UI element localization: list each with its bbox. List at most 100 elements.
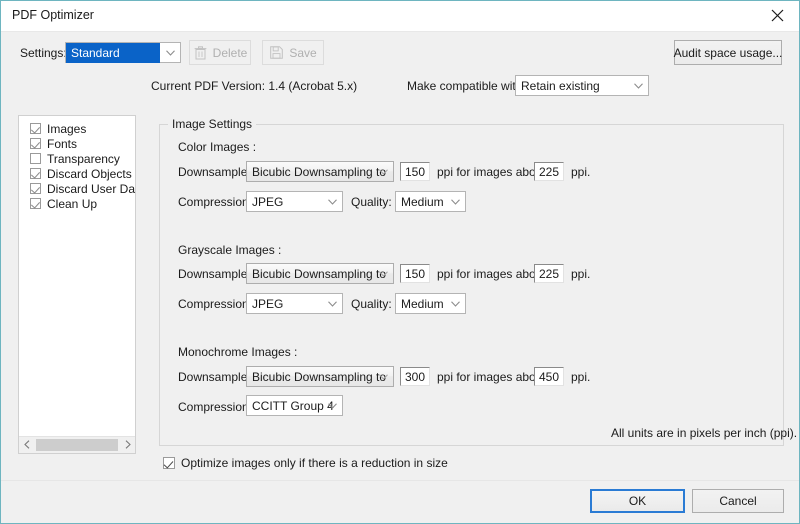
units-note: All units are in pixels per inch (ppi).: [611, 426, 798, 440]
audit-space-usage-label: Audit space usage...: [673, 45, 783, 60]
color-threshold-ppi-input[interactable]: 225: [534, 162, 564, 181]
color-downsample-label: Downsample:: [178, 165, 251, 179]
pdf-optimizer-dialog: PDF Optimizer Settings: Standard Delete: [0, 0, 800, 524]
checkbox-transparency[interactable]: [30, 153, 41, 164]
checkbox-discard-user-data[interactable]: [30, 183, 41, 194]
ok-button-label: OK: [628, 494, 647, 508]
grayscale-quality-combo[interactable]: Medium: [395, 293, 466, 314]
color-quality-label: Quality:: [351, 195, 392, 209]
ok-button[interactable]: OK: [590, 489, 685, 513]
grayscale-quality-label: Quality:: [351, 297, 392, 311]
checkbox-images[interactable]: [30, 123, 41, 134]
settings-label: Settings:: [20, 46, 67, 60]
chevron-down-icon: [328, 301, 337, 307]
chevron-down-icon: [328, 403, 337, 409]
make-compatible-label: Make compatible with:: [407, 79, 526, 93]
color-compression-value: JPEG: [252, 195, 284, 209]
settings-combo[interactable]: Standard: [65, 42, 181, 63]
checkbox-clean-up[interactable]: [30, 198, 41, 209]
settings-combo-value: Standard: [66, 43, 160, 63]
monochrome-downsample-combo[interactable]: Bicubic Downsampling to: [246, 366, 394, 387]
sidebar-item-images[interactable]: Images: [19, 121, 135, 136]
grayscale-downsample-combo[interactable]: Bicubic Downsampling to: [246, 263, 394, 284]
monochrome-images-heading: Monochrome Images :: [178, 345, 298, 359]
color-ppi-label: ppi.: [571, 165, 591, 179]
audit-space-usage-button[interactable]: Audit space usage...: [674, 40, 782, 65]
grayscale-compression-value: JPEG: [252, 297, 284, 311]
chevron-down-icon: [451, 199, 460, 205]
chevron-down-icon: [166, 50, 175, 56]
color-downsample-combo[interactable]: Bicubic Downsampling to: [246, 161, 394, 182]
sidebar-item-discard-objects[interactable]: Discard Objects: [19, 166, 135, 181]
color-compression-label: Compression:: [178, 195, 253, 209]
monochrome-compression-value: CCITT Group 4: [252, 399, 334, 413]
chevron-right-icon[interactable]: [120, 437, 135, 452]
trash-icon: [193, 45, 208, 60]
sidebar-item-label: Images: [47, 121, 87, 136]
color-downsample-ppi-input[interactable]: 150: [400, 162, 430, 181]
grayscale-quality-value: Medium: [401, 297, 444, 311]
sidebar-item-label: Discard User Data: [47, 181, 136, 196]
close-icon[interactable]: [755, 1, 799, 30]
monochrome-threshold-ppi-input[interactable]: 450: [534, 367, 564, 386]
monochrome-downsample-ppi-input[interactable]: 300: [400, 367, 430, 386]
chevron-down-icon: [379, 374, 388, 380]
current-pdf-version-text: Current PDF Version: 1.4 (Acrobat 5.x): [151, 79, 358, 93]
cancel-button-label: Cancel: [719, 494, 757, 508]
chevron-down-icon: [379, 169, 388, 175]
monochrome-compression-label: Compression:: [178, 400, 253, 414]
grayscale-compression-combo[interactable]: JPEG: [246, 293, 343, 314]
sidebar-item-label: Transparency: [47, 151, 120, 166]
color-images-heading: Color Images :: [178, 140, 257, 154]
delete-settings-button[interactable]: Delete: [189, 40, 251, 65]
grayscale-downsample-label: Downsample:: [178, 267, 251, 281]
title-bar: PDF Optimizer: [1, 1, 799, 32]
color-quality-value: Medium: [401, 195, 444, 209]
color-quality-combo[interactable]: Medium: [395, 191, 466, 212]
make-compatible-combo[interactable]: Retain existing: [515, 75, 649, 96]
optimize-images-checkbox-row[interactable]: Optimize images only if there is a reduc…: [163, 456, 448, 470]
sidebar-item-label: Discard Objects: [47, 166, 132, 181]
chevron-down-icon: [328, 199, 337, 205]
optimize-images-label: Optimize images only if there is a reduc…: [181, 456, 448, 470]
cancel-button[interactable]: Cancel: [692, 489, 784, 513]
checkbox-discard-objects[interactable]: [30, 168, 41, 179]
color-downsample-value: Bicubic Downsampling to: [252, 165, 387, 179]
chevron-down-icon: [379, 271, 388, 277]
chevron-down-icon: [451, 301, 460, 307]
floppy-disk-icon: [269, 45, 284, 60]
color-ppi-above-label: ppi for images above: [437, 165, 549, 179]
sidebar-item-label: Clean Up: [47, 196, 98, 211]
settings-category-list[interactable]: Images Fonts Transparency Discard Object…: [18, 115, 136, 454]
grayscale-threshold-ppi-input[interactable]: 225: [534, 264, 564, 283]
window-title: PDF Optimizer: [12, 8, 94, 22]
footer-divider: [1, 480, 799, 481]
save-settings-label: Save: [289, 45, 317, 60]
monochrome-downsample-label: Downsample:: [178, 370, 251, 384]
monochrome-downsample-value: Bicubic Downsampling to: [252, 370, 387, 384]
chevron-down-icon: [634, 83, 643, 89]
scrollbar-thumb[interactable]: [36, 439, 118, 451]
checkbox-optimize-images[interactable]: [163, 457, 175, 469]
sidebar-item-discard-user-data[interactable]: Discard User Data: [19, 181, 135, 196]
sidebar-item-fonts[interactable]: Fonts: [19, 136, 135, 151]
color-compression-combo[interactable]: JPEG: [246, 191, 343, 212]
monochrome-compression-combo[interactable]: CCITT Group 4: [246, 395, 343, 416]
monochrome-ppi-above-label: ppi for images above: [437, 370, 549, 384]
grayscale-ppi-above-label: ppi for images above: [437, 267, 549, 281]
list-horizontal-scrollbar[interactable]: [19, 436, 135, 453]
chevron-left-icon[interactable]: [19, 437, 34, 452]
make-compatible-value: Retain existing: [521, 79, 600, 93]
sidebar-item-label: Fonts: [47, 136, 78, 151]
grayscale-compression-label: Compression:: [178, 297, 253, 311]
grayscale-downsample-ppi-input[interactable]: 150: [400, 264, 430, 283]
grayscale-images-heading: Grayscale Images :: [178, 243, 282, 257]
delete-settings-label: Delete: [212, 45, 248, 60]
checkbox-fonts[interactable]: [30, 138, 41, 149]
sidebar-item-clean-up[interactable]: Clean Up: [19, 196, 135, 211]
grayscale-downsample-value: Bicubic Downsampling to: [252, 267, 387, 281]
grayscale-ppi-label: ppi.: [571, 267, 591, 281]
save-settings-button[interactable]: Save: [262, 40, 324, 65]
sidebar-item-transparency[interactable]: Transparency: [19, 151, 135, 166]
image-settings-group-title: Image Settings: [168, 117, 257, 131]
